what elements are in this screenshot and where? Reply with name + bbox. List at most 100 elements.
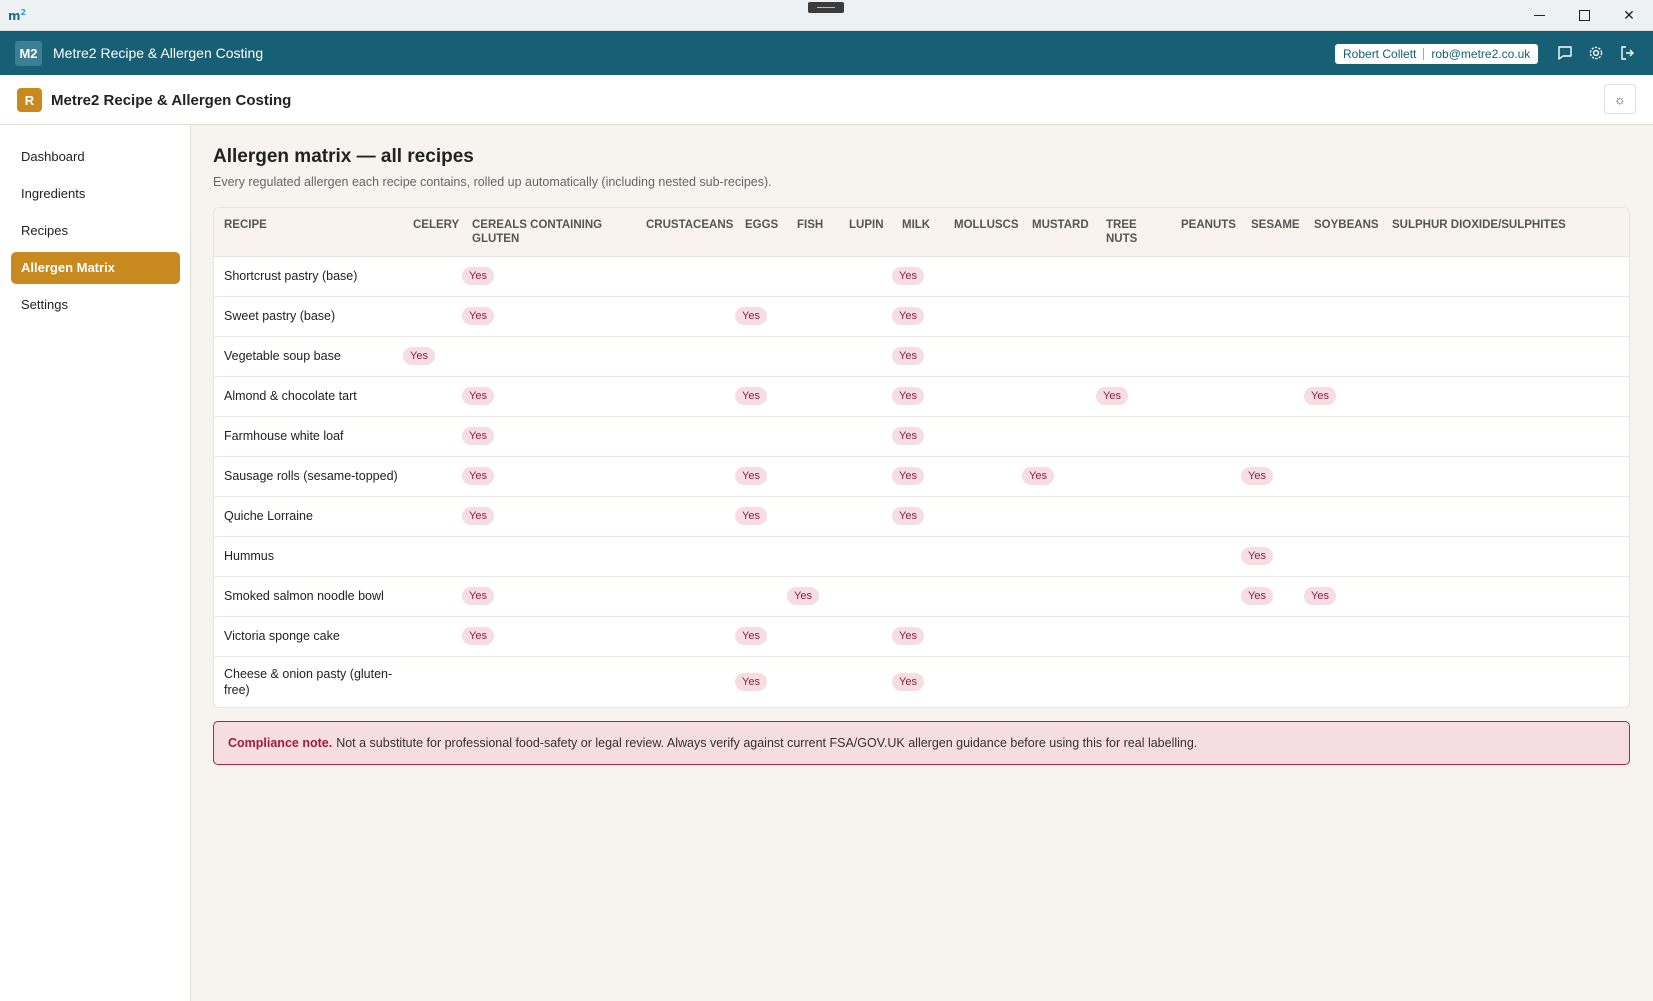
maximize-icon <box>1578 10 1590 21</box>
allergen-cell <box>787 496 839 537</box>
allergen-cell <box>1171 656 1241 707</box>
allergen-cell <box>636 616 735 657</box>
allergen-cell <box>1096 296 1171 337</box>
sidebar-item-dashboard[interactable]: Dashboard <box>11 141 180 173</box>
allergen-matrix-table: RECIPE CELERY CEREALS CONTAINING GLUTEN CRU… <box>213 207 1630 708</box>
allergen-yes-badge: Yes <box>1304 387 1336 405</box>
allergen-cell: Yes <box>1304 376 1382 417</box>
allergen-cell <box>1382 416 1629 457</box>
sidebar-item-recipes[interactable]: Recipes <box>11 215 180 247</box>
allergen-cell: Yes <box>403 336 462 377</box>
column-header-sesame: SESAME <box>1241 208 1304 257</box>
allergen-cell <box>403 456 462 497</box>
allergen-cell <box>839 496 892 537</box>
allergen-cell <box>1171 576 1241 617</box>
allergen-yes-badge: Yes <box>735 467 767 485</box>
allergen-cell <box>1022 296 1096 337</box>
allergen-yes-badge: Yes <box>892 427 924 445</box>
column-header-molluscs: MOLLUSCS <box>944 208 1022 257</box>
recipe-name: Shortcrust pastry (base) <box>214 256 403 297</box>
allergen-cell <box>787 376 839 417</box>
allergen-cell <box>403 576 462 617</box>
allergen-yes-badge: Yes <box>462 507 494 525</box>
allergen-yes-badge: Yes <box>462 467 494 485</box>
allergen-cell <box>892 536 944 577</box>
theme-toggle-button[interactable]: ☼ <box>1604 84 1636 114</box>
allergen-cell: Yes <box>462 576 636 617</box>
allergen-cell <box>787 616 839 657</box>
allergen-cell: Yes <box>1241 456 1304 497</box>
recipe-name: Smoked salmon noodle bowl <box>214 576 403 617</box>
sidebar-item-allergen-matrix[interactable]: Allergen Matrix <box>11 252 180 284</box>
recipe-name: Sweet pastry (base) <box>214 296 403 337</box>
table-row: Shortcrust pastry (base) Yes Yes <box>214 256 1629 297</box>
allergen-cell <box>636 496 735 537</box>
allergen-yes-badge: Yes <box>892 467 924 485</box>
allergen-cell <box>1096 496 1171 537</box>
allergen-cell <box>735 416 787 457</box>
allergen-yes-badge: Yes <box>787 587 819 605</box>
minimize-icon <box>1533 15 1545 16</box>
allergen-cell <box>1382 496 1629 537</box>
sidebar-item-settings[interactable]: Settings <box>11 289 180 321</box>
allergen-cell: Yes <box>892 656 944 707</box>
allergen-cell <box>944 536 1022 577</box>
table-row: Victoria sponge cake Yes Yes Yes <box>214 616 1629 657</box>
allergen-cell: Yes <box>462 256 636 297</box>
allergen-cell <box>462 336 636 377</box>
table-body: Shortcrust pastry (base) Yes Yes Sweet past… <box>214 256 1629 707</box>
allergen-cell <box>1096 616 1171 657</box>
allergen-cell <box>1022 496 1096 537</box>
drag-handle[interactable] <box>808 2 844 13</box>
allergen-cell: Yes <box>892 616 944 657</box>
allergen-cell <box>787 336 839 377</box>
sub-header: R Metre2 Recipe & Allergen Costing ☼ <box>0 75 1653 125</box>
app-logo: M2 <box>15 41 42 66</box>
allergen-cell <box>944 656 1022 707</box>
allergen-cell <box>1096 656 1171 707</box>
allergen-cell <box>1096 416 1171 457</box>
allergen-yes-badge: Yes <box>1241 547 1273 565</box>
column-header-lupin: LUPIN <box>839 208 892 257</box>
allergen-cell <box>1022 616 1096 657</box>
allergen-cell <box>636 576 735 617</box>
table-row: Sweet pastry (base) Yes Yes Yes <box>214 296 1629 337</box>
allergen-cell: Yes <box>787 576 839 617</box>
allergen-cell <box>787 456 839 497</box>
allergen-yes-badge: Yes <box>892 307 924 325</box>
allergen-cell <box>1304 536 1382 577</box>
allergen-cell <box>1241 616 1304 657</box>
allergen-cell <box>1241 656 1304 707</box>
allergen-cell <box>1096 336 1171 377</box>
table-row: Sausage rolls (sesame-topped) Yes Yes Yes Ye… <box>214 456 1629 497</box>
allergen-cell <box>787 656 839 707</box>
allergen-yes-badge: Yes <box>1304 587 1336 605</box>
chat-icon[interactable] <box>1555 43 1575 63</box>
allergen-cell: Yes <box>462 376 636 417</box>
column-header-crustaceans: CRUSTACEANS <box>636 208 735 257</box>
minimize-button[interactable] <box>1516 0 1562 31</box>
user-pill[interactable]: Robert Collett rob@metre2.co.uk <box>1335 44 1539 64</box>
close-button[interactable]: ✕ <box>1606 0 1652 31</box>
allergen-cell <box>735 256 787 297</box>
allergen-cell <box>944 416 1022 457</box>
allergen-cell <box>636 376 735 417</box>
allergen-cell <box>839 576 892 617</box>
allergen-yes-badge: Yes <box>462 427 494 445</box>
sidebar-item-ingredients[interactable]: Ingredients <box>11 178 180 210</box>
theme-sun-icon: ☼ <box>1614 91 1626 107</box>
gear-icon[interactable] <box>1586 43 1606 63</box>
allergen-cell: Yes <box>735 296 787 337</box>
allergen-cell <box>403 296 462 337</box>
allergen-cell: Yes <box>1241 576 1304 617</box>
logout-icon[interactable] <box>1617 43 1637 63</box>
allergen-yes-badge: Yes <box>462 267 494 285</box>
os-title-bar: m2 ✕ <box>0 0 1653 31</box>
allergen-cell <box>636 416 735 457</box>
maximize-button[interactable] <box>1561 0 1607 31</box>
allergen-cell <box>636 656 735 707</box>
allergen-cell <box>403 256 462 297</box>
allergen-cell: Yes <box>735 616 787 657</box>
page-title: Allergen matrix — all recipes <box>213 146 474 167</box>
allergen-cell <box>944 616 1022 657</box>
